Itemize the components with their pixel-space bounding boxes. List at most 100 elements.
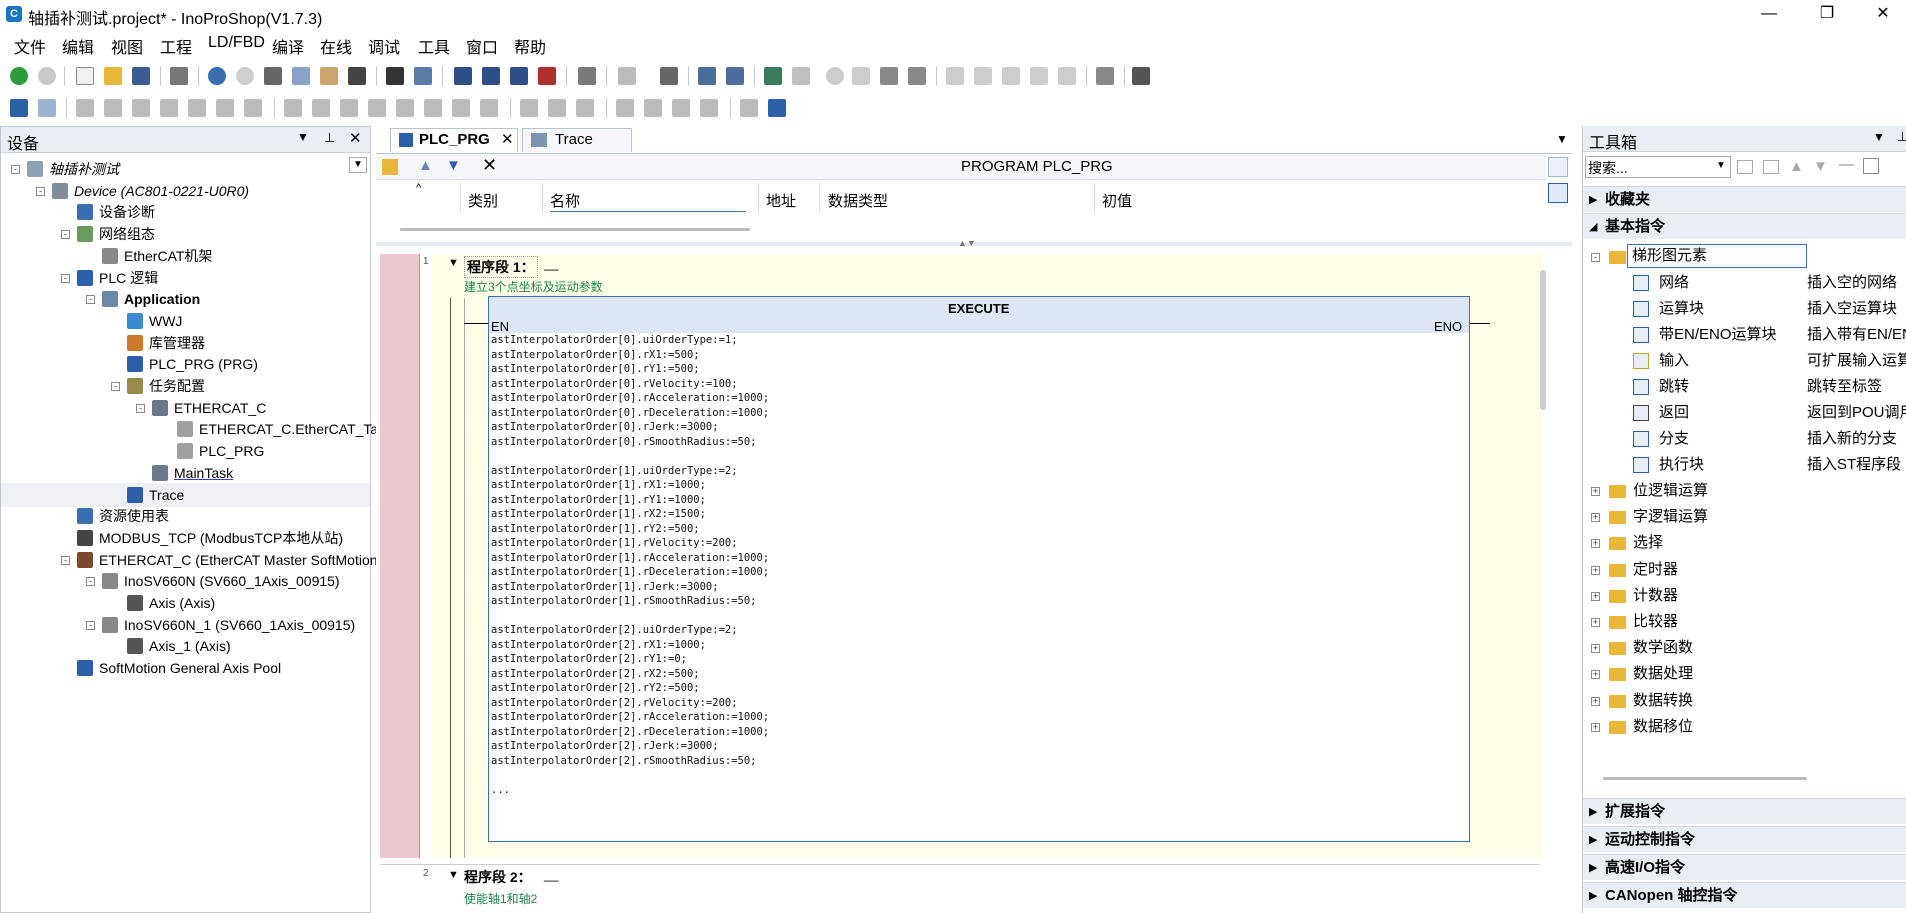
redo-icon[interactable] [236, 67, 254, 85]
section-basic[interactable]: ◢ 基本指令 [1583, 213, 1906, 239]
network1-title[interactable]: 程序段 1： [464, 256, 538, 278]
step-out-icon[interactable] [1002, 67, 1020, 85]
open-project-icon[interactable] [104, 67, 122, 85]
tree-collapse-icon[interactable]: - [86, 295, 95, 305]
toolbox-folder[interactable]: + 字逻辑运算 [1583, 504, 1906, 530]
col-name[interactable]: 名称 [550, 190, 580, 211]
toolbox-folder[interactable]: + 计数器 [1583, 583, 1906, 609]
reset-coil-icon[interactable] [396, 99, 414, 117]
auto-declare-icon[interactable] [382, 159, 398, 175]
box-en-insert-icon[interactable] [312, 99, 330, 117]
paste-icon[interactable] [320, 67, 338, 85]
execute-block[interactable]: EXECUTE EN ENO astInterpolatorOrder[0].u… [488, 296, 1470, 842]
tree-item[interactable]: Trace [1, 482, 370, 507]
tree-item[interactable]: - InoSV660N (SV660_1Axis_00915) [1, 569, 370, 593]
toolbox-item[interactable]: 跳转 跳转至标签 [1583, 374, 1906, 400]
network2-title[interactable]: 程序段 2： [464, 867, 532, 887]
new-project-icon[interactable] [76, 67, 94, 85]
menu-window[interactable]: 窗口 [466, 34, 498, 58]
col-category[interactable]: 类别 [468, 190, 498, 211]
negated-contact-icon[interactable] [104, 99, 122, 117]
replace-icon[interactable] [414, 67, 432, 85]
col-initial[interactable]: 初值 [1102, 190, 1132, 211]
menu-edit[interactable]: 编辑 [62, 34, 94, 58]
toolbox-item[interactable]: 执行块 插入ST程序段 [1583, 452, 1906, 478]
input-insert-icon[interactable] [340, 99, 358, 117]
tree-collapse-icon[interactable]: - [61, 230, 70, 240]
tree-item[interactable]: - ETHERCAT_C (EtherCAT Master SoftMotion) [1, 548, 382, 572]
tree-collapse-icon[interactable]: - [111, 382, 120, 391]
toolbox-item[interactable]: 返回 返回到POU调用 [1583, 400, 1906, 426]
remove-breakpoint-icon[interactable] [538, 67, 556, 85]
expand-icon[interactable]: + [1591, 591, 1600, 601]
tree-collapse-icon[interactable]: - [61, 273, 70, 283]
tree-item[interactable]: EtherCAT机架 [1, 244, 370, 268]
expand-icon[interactable]: + [1591, 618, 1600, 627]
minimize-button[interactable]: — [1746, 0, 1792, 28]
toolbox-folder[interactable]: + 数据转换 [1583, 688, 1906, 714]
search-dropdown-icon[interactable]: ▼ [1716, 160, 1726, 171]
menu-project[interactable]: 工程 [160, 34, 192, 58]
tab-trace[interactable]: Trace [522, 128, 632, 152]
menu-build[interactable]: 编译 [272, 34, 304, 58]
export-icon[interactable] [660, 67, 678, 85]
expand-icon[interactable]: + [1591, 644, 1600, 654]
tree-collapse-icon[interactable]: - [136, 403, 145, 413]
text-view-icon[interactable] [1548, 157, 1568, 177]
toolbox-search[interactable]: 搜索... ▼ [1585, 156, 1731, 178]
contact-icon[interactable] [76, 99, 94, 117]
reset-icon[interactable] [880, 67, 898, 85]
toolbox-hscrollbar[interactable] [1603, 777, 1807, 780]
toolbox-folder[interactable]: + 数据处理 [1583, 661, 1906, 687]
network2-collapse-icon[interactable]: ▼ [448, 869, 459, 881]
clipboard-icon[interactable] [578, 67, 596, 85]
tree-item[interactable]: - InoSV660N_1 (SV660_1Axis_00915) [1, 613, 370, 637]
tree-collapse-icon[interactable]: - [86, 620, 95, 630]
step-into-icon[interactable] [974, 67, 992, 85]
run-icon[interactable] [826, 67, 844, 85]
stop-icon[interactable] [852, 67, 870, 85]
branch-close-icon[interactable] [644, 99, 662, 117]
close-tab-icon[interactable]: ✕ [501, 129, 514, 151]
tree-item[interactable]: - PLC 逻辑 [1, 266, 370, 290]
tree-item[interactable]: 设备诊断 [1, 200, 370, 224]
tree-item[interactable]: 库管理器 [1, 331, 370, 355]
maximize-button[interactable]: ❐ [1804, 0, 1850, 28]
network2-label-field[interactable]: __ [544, 867, 558, 882]
tree-item[interactable]: MODBUS_TCP (ModbusTCP本地从站) [1, 526, 370, 550]
goto-icon[interactable] [1096, 67, 1114, 85]
panel-dropdown-icon[interactable]: ▼ [297, 130, 309, 144]
delete-var-icon[interactable]: ✕ [482, 155, 497, 176]
tree-item[interactable]: - 网络组态 [1, 222, 370, 246]
forward-icon[interactable] [38, 67, 56, 85]
tree-collapse-icon[interactable]: - [61, 555, 70, 565]
tree-item[interactable]: - 轴插补测试 [1, 157, 370, 181]
menu-view[interactable]: 视图 [111, 34, 143, 58]
monitor-icon[interactable] [1132, 67, 1150, 85]
tree-item[interactable]: Axis_1 (Axis) [1, 634, 370, 658]
toolbox-item[interactable]: 带EN/ENO运算块 插入带有EN/EN [1583, 322, 1906, 348]
tab-plc-prg[interactable]: PLC_PRG ✕ [390, 128, 518, 152]
tree-item[interactable]: SoftMotion General Axis Pool [1, 656, 370, 680]
expand-icon[interactable]: + [1591, 539, 1600, 549]
set-next-statement-icon[interactable] [1058, 67, 1076, 85]
declaration-scrollbar[interactable] [400, 228, 750, 231]
toolbox-remove-icon[interactable]: — [1839, 156, 1854, 173]
parallel-branch-icon[interactable] [700, 99, 718, 117]
table-view-icon[interactable] [1548, 183, 1568, 203]
expand-icon[interactable]: + [1591, 722, 1600, 732]
network1-breakpoint-gutter[interactable] [380, 254, 420, 858]
toggle-breakpoint-icon[interactable] [482, 67, 500, 85]
coil-icon[interactable] [244, 99, 262, 117]
toolbox-dropdown-icon[interactable]: ▼ [1873, 130, 1885, 144]
tree-item[interactable]: ETHERCAT_C.EtherCAT_Ta [1, 417, 378, 441]
print-icon[interactable] [170, 67, 188, 85]
variable-icon[interactable] [38, 99, 56, 117]
expand-icon[interactable]: + [1591, 513, 1600, 523]
section-canopen[interactable]: ▶ CANopen 轴控指令 [1583, 882, 1906, 908]
tree-collapse-icon[interactable]: - [86, 577, 95, 587]
toolbox-folder[interactable]: + 位逻辑运算 [1583, 478, 1906, 504]
tree-item[interactable]: - Application [1, 287, 370, 311]
expand-icon[interactable]: + [1591, 565, 1600, 575]
falling-edge-icon[interactable] [216, 99, 234, 117]
